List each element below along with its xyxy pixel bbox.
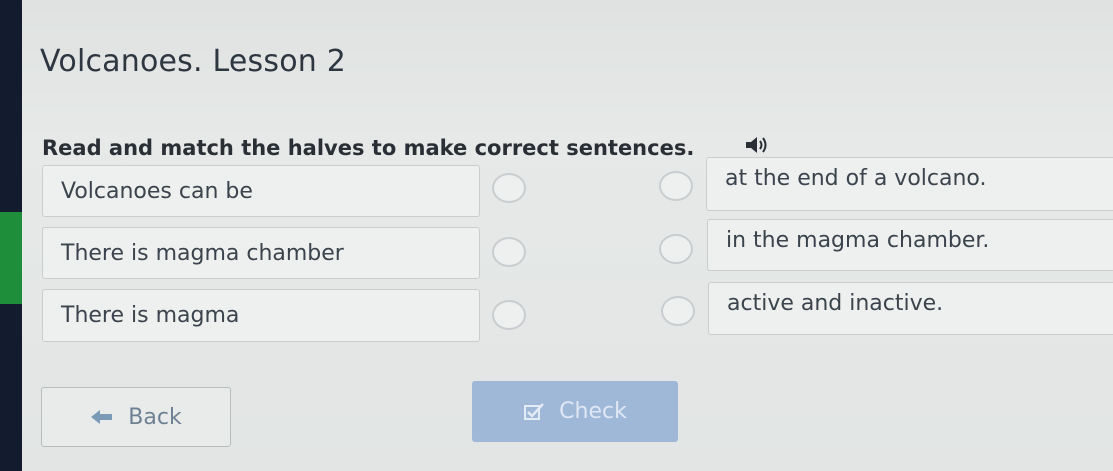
back-button-label: Back <box>128 404 182 430</box>
right-item-1[interactable]: at the end of a volcano. <box>706 157 1113 211</box>
checkbox-icon <box>524 402 545 420</box>
left-item-text: There is magma chamber <box>61 240 344 266</box>
right-item-text: at the end of a volcano. <box>725 166 987 191</box>
left-item-text: Volcanoes can be <box>61 178 253 204</box>
check-button[interactable]: Check <box>472 381 678 442</box>
right-connector-1[interactable] <box>659 171 693 201</box>
left-item-3[interactable]: There is magma <box>42 289 480 342</box>
right-connector-2[interactable] <box>659 234 693 264</box>
left-connector-1[interactable] <box>492 173 526 203</box>
task-instruction: Read and match the halves to make correc… <box>42 136 695 160</box>
right-item-3[interactable]: active and inactive. <box>708 282 1113 335</box>
check-button-label: Check <box>559 399 627 424</box>
left-item-1[interactable]: Volcanoes can be <box>42 165 480 217</box>
right-item-text: active and inactive. <box>727 291 944 316</box>
left-accent-bar <box>0 212 22 304</box>
left-item-text: There is magma <box>61 303 240 328</box>
lesson-title: Volcanoes. Lesson 2 <box>40 44 346 79</box>
right-item-2[interactable]: in the magma chamber. <box>707 219 1113 271</box>
back-button[interactable]: Back <box>41 387 231 447</box>
right-item-text: in the magma chamber. <box>726 228 990 253</box>
arrow-left-icon <box>91 410 113 424</box>
speaker-icon[interactable] <box>744 134 770 156</box>
right-connector-3[interactable] <box>661 296 695 326</box>
left-connector-3[interactable] <box>492 300 526 330</box>
left-connector-2[interactable] <box>492 237 526 267</box>
left-item-2[interactable]: There is magma chamber <box>42 227 480 279</box>
